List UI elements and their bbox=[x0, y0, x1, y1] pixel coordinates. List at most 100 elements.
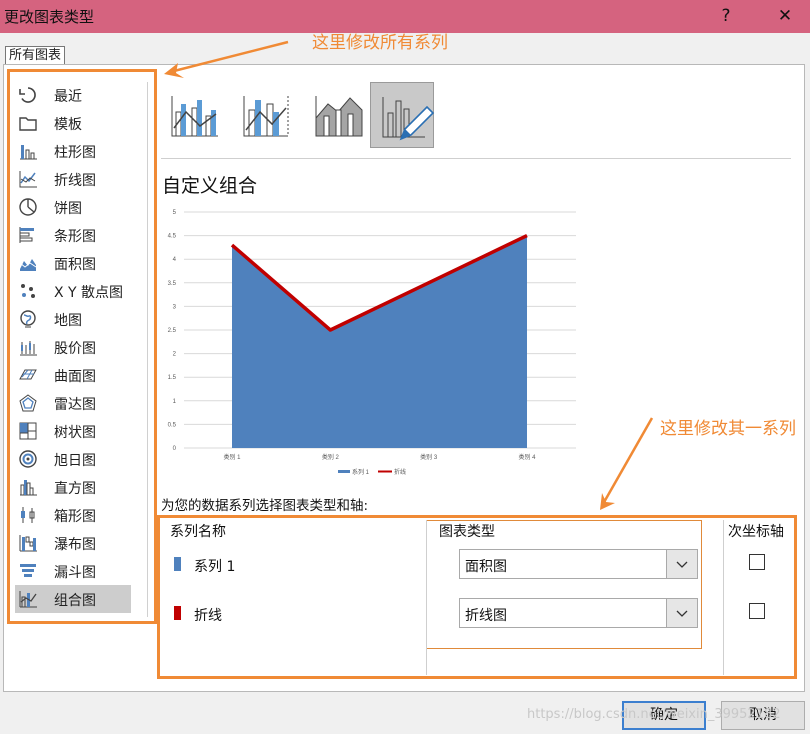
sidebar-item-radar[interactable]: 雷达图 bbox=[15, 389, 131, 417]
sidebar-item-template[interactable]: 模板 bbox=[15, 109, 131, 137]
y-tick-label: 4.5 bbox=[168, 234, 177, 240]
y-tick-label: 2.5 bbox=[168, 328, 177, 334]
tab-all-charts[interactable]: 所有图表 bbox=[5, 46, 66, 65]
stock-chart-icon bbox=[20, 341, 37, 356]
header-secondary-axis: 次坐标轴 bbox=[728, 524, 784, 540]
waterfall-chart-icon bbox=[19, 535, 37, 552]
line-chart-icon bbox=[19, 171, 37, 188]
series-color-swatch bbox=[174, 606, 181, 620]
sidebar-item-treemap[interactable]: 树状图 bbox=[15, 417, 131, 445]
sidebar-item-column[interactable]: 柱形图 bbox=[15, 137, 131, 165]
sidebar-item-label: 柱形图 bbox=[54, 145, 96, 161]
sidebar-item-boxwhisker[interactable]: 箱形图 bbox=[15, 501, 131, 529]
series-prompt: 为您的数据系列选择图表类型和轴: bbox=[161, 498, 369, 514]
secondary-axis-checkbox[interactable] bbox=[749, 603, 765, 619]
sidebar-item-recent[interactable]: 最近 bbox=[15, 81, 131, 109]
sidebar-item-label: 最近 bbox=[54, 89, 82, 105]
sidebar-item-label: 曲面图 bbox=[54, 369, 96, 385]
close-button[interactable]: ✕ bbox=[770, 3, 800, 29]
dropdown-button[interactable] bbox=[666, 550, 697, 578]
chart-type-dropdown[interactable]: 面积图 bbox=[459, 549, 698, 579]
sidebar-item-surface[interactable]: 曲面图 bbox=[15, 361, 131, 389]
combo-type-column-line-secondary[interactable] bbox=[234, 82, 298, 148]
sidebar-item-label: 条形图 bbox=[54, 229, 96, 245]
sidebar-divider bbox=[147, 82, 148, 617]
chevron-down-icon bbox=[676, 610, 688, 617]
series-name: 折线 bbox=[194, 608, 222, 624]
sunburst-chart-icon bbox=[19, 450, 37, 468]
x-tick-label: 类别 4 bbox=[518, 453, 536, 461]
pie-chart-icon bbox=[19, 198, 37, 216]
watermark: https://blog.csdn.net/weixin_39952182 bbox=[527, 707, 781, 722]
sidebar-item-label: 箱形图 bbox=[54, 509, 96, 525]
y-tick-label: 3.5 bbox=[168, 281, 177, 287]
sidebar-item-label: 雷达图 bbox=[54, 397, 96, 413]
y-tick-label: 1 bbox=[173, 399, 177, 405]
sidebar-item-sunburst[interactable]: 旭日图 bbox=[15, 445, 131, 473]
sidebar-item-stock[interactable]: 股价图 bbox=[15, 333, 131, 361]
sidebar-item-line[interactable]: 折线图 bbox=[15, 165, 131, 193]
dropdown-value: 折线图 bbox=[465, 608, 507, 624]
series-name: 系列 1 bbox=[194, 559, 236, 575]
bar-chart-icon bbox=[19, 227, 34, 243]
chevron-down-icon bbox=[676, 561, 688, 568]
y-tick-label: 1.5 bbox=[168, 375, 177, 381]
chart-preview: 0 0.5 1 1.5 2 2.5 3 3.5 4 4.5 5 类别 1 类别 2 类别 3 类别 4 系列 … bbox=[168, 210, 576, 476]
area-series-shape bbox=[232, 235, 527, 448]
funnel-chart-icon bbox=[20, 564, 36, 577]
column-divider bbox=[426, 520, 427, 675]
combo-type-stacked-area-column[interactable] bbox=[306, 82, 370, 148]
combo-type-custom[interactable] bbox=[370, 82, 435, 148]
header-series-name: 系列名称 bbox=[170, 524, 226, 540]
sidebar-item-funnel[interactable]: 漏斗图 bbox=[15, 557, 131, 585]
sidebar-item-label: 折线图 bbox=[54, 173, 96, 189]
help-button[interactable]: ? bbox=[711, 3, 741, 29]
template-folder-icon bbox=[19, 117, 37, 131]
y-tick-label: 0 bbox=[173, 446, 177, 452]
sidebar-item-label: 饼图 bbox=[54, 201, 82, 217]
custom-combo-icon bbox=[382, 97, 435, 141]
sidebar-item-label: 漏斗图 bbox=[54, 565, 96, 581]
series-color-swatch bbox=[174, 557, 181, 571]
sidebar-item-label: 股价图 bbox=[54, 341, 96, 357]
sidebar-item-histogram[interactable]: 直方图 bbox=[15, 473, 131, 501]
column-line-secondary-axis-icon bbox=[243, 96, 289, 137]
y-tick-label: 2 bbox=[173, 352, 177, 358]
y-tick-label: 5 bbox=[173, 210, 177, 216]
map-chart-icon bbox=[20, 310, 36, 328]
secondary-axis-checkbox[interactable] bbox=[749, 554, 765, 570]
y-tick-label: 3 bbox=[173, 304, 177, 310]
legend-label-area: 系列 1 bbox=[352, 468, 370, 476]
radar-chart-icon bbox=[19, 394, 37, 412]
area-chart-icon bbox=[19, 259, 37, 271]
clustered-column-line-icon bbox=[171, 96, 218, 137]
chart-type-dropdown[interactable]: 折线图 bbox=[459, 598, 698, 628]
sidebar-item-waterfall[interactable]: 瀑布图 bbox=[15, 529, 131, 557]
sidebar-item-label: 旭日图 bbox=[54, 453, 96, 469]
column-chart-icon bbox=[20, 145, 37, 160]
box-whisker-chart-icon bbox=[21, 507, 35, 523]
sidebar-item-scatter[interactable]: X Y 散点图 bbox=[15, 277, 131, 305]
sidebar-item-area[interactable]: 面积图 bbox=[15, 249, 131, 277]
combo-title: 自定义组合 bbox=[162, 175, 258, 197]
x-tick-label: 类别 1 bbox=[223, 453, 241, 461]
sidebar-item-label: 地图 bbox=[54, 313, 82, 329]
legend-swatch-area bbox=[338, 470, 350, 473]
dropdown-value: 面积图 bbox=[465, 559, 507, 575]
combo-chart-icon bbox=[19, 591, 37, 608]
scatter-chart-icon bbox=[21, 284, 35, 298]
header-chart-type: 图表类型 bbox=[439, 524, 495, 540]
stacked-area-column-icon bbox=[315, 96, 363, 137]
legend-label-line: 折线 bbox=[394, 468, 406, 476]
sidebar-item-map[interactable]: 地图 bbox=[15, 305, 131, 333]
treemap-chart-icon bbox=[19, 422, 37, 440]
dropdown-button[interactable] bbox=[666, 599, 697, 627]
sidebar-item-label: 组合图 bbox=[54, 593, 96, 609]
combo-type-clustered-column-line[interactable] bbox=[162, 82, 226, 148]
sidebar-item-combo[interactable]: 组合图 bbox=[15, 585, 131, 613]
dialog-title: 更改图表类型 bbox=[4, 8, 95, 26]
sidebar-item-bar[interactable]: 条形图 bbox=[15, 221, 131, 249]
y-tick-label: 0.5 bbox=[168, 422, 177, 428]
sidebar-item-label: X Y 散点图 bbox=[54, 285, 124, 301]
sidebar-item-pie[interactable]: 饼图 bbox=[15, 193, 131, 221]
